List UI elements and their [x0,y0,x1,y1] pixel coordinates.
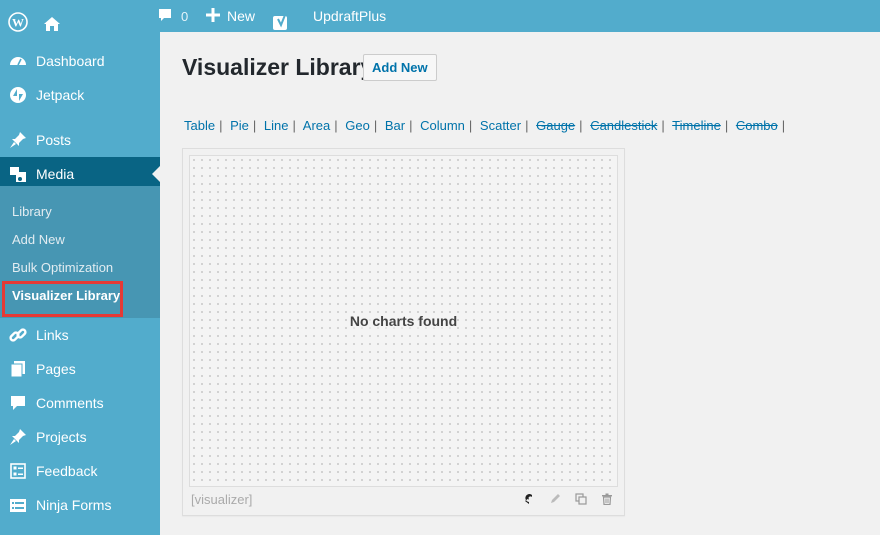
sidebar-item-jetpack[interactable]: Jetpack [0,78,160,112]
forms-icon [8,495,28,515]
pin-icon [8,427,28,447]
pages-icon [8,359,28,379]
separator: | [661,118,665,133]
new-content-button[interactable]: New [206,0,255,32]
updraftplus-link[interactable]: UpdraftPlus [313,0,386,32]
filter-scatter[interactable]: Scatter [480,118,521,133]
separator: | [781,118,786,133]
delete-icon[interactable] [600,492,614,506]
media-icon [8,164,28,184]
sidebar-label: Comments [36,395,104,411]
link-icon [8,325,28,345]
sidebar-label: Media [36,166,75,182]
filter-gauge: Gauge [536,118,576,133]
sidebar-label: Dashboard [36,53,105,69]
main-content: Visualizer Library Add New Table | Pie | L… [160,32,880,535]
chart-footer: [visualizer] [191,489,614,509]
separator: | [468,118,473,133]
sidebar-item-projects[interactable]: Projects [0,420,160,454]
filter-timeline: Timeline [672,118,721,133]
admin-bar: W 0 New UpdraftPlus [0,0,880,32]
edit-icon[interactable] [548,492,562,506]
sidebar-label: Ninja Forms [36,497,112,513]
sidebar-item-links[interactable]: Links [0,318,160,352]
chart-type-filters: Table | Pie | Line | Area | Geo | Bar | Column… [184,118,789,133]
comments-link[interactable]: 0 [157,0,188,32]
sidebar-label: Links [36,327,69,343]
filter-line[interactable]: Line [264,118,289,133]
sidebar-label: Pages [36,361,76,377]
submenu-item-library[interactable]: Library [12,204,52,219]
sidebar-label: Jetpack [36,87,85,103]
new-label: New [227,8,256,24]
sidebar-item-posts[interactable]: Posts [0,123,160,157]
current-menu-arrow [152,166,160,182]
separator: | [373,118,378,133]
sidebar-label: Posts [36,132,72,148]
separator: | [334,118,338,133]
filter-area[interactable]: Area [303,118,330,133]
filter-column[interactable]: Column [420,118,465,133]
separator: | [409,118,413,133]
highlight-annotation [2,281,123,317]
feedback-icon [8,461,28,481]
admin-sidebar: Dashboard Jetpack Posts Media Library Ad… [0,32,160,535]
sidebar-item-comments[interactable]: Comments [0,386,160,420]
submenu-item-add-new[interactable]: Add New [12,232,65,247]
comment-icon [157,7,173,26]
separator: | [579,118,583,133]
chart-card: No charts found [visualizer] [182,148,625,516]
plus-icon [206,7,220,25]
empty-message: No charts found [349,313,458,329]
add-new-button[interactable]: Add New [363,54,437,81]
chart-actions [522,492,614,506]
separator: | [525,118,529,133]
pin-icon [8,130,28,150]
sidebar-item-ninja-forms[interactable]: Ninja Forms [0,488,160,522]
clone-icon[interactable] [574,492,588,506]
sidebar-item-dashboard[interactable]: Dashboard [0,44,160,78]
filter-candlestick: Candlestick [590,118,658,133]
filter-combo: Combo [735,118,778,133]
jetpack-icon [8,85,28,105]
page-title: Visualizer Library [182,54,374,80]
sidebar-label: Projects [36,429,87,445]
filter-pie[interactable]: Pie [230,118,249,133]
svg-text:W: W [12,16,24,30]
insert-icon[interactable] [522,492,536,506]
filter-table[interactable]: Table [184,118,215,133]
chart-placeholder: No charts found [189,155,618,487]
sidebar-item-feedback[interactable]: Feedback [0,454,160,488]
separator: | [724,118,729,133]
filter-geo[interactable]: Geo [345,118,370,133]
separator: | [292,118,296,133]
dashboard-icon [8,51,28,71]
sidebar-item-pages[interactable]: Pages [0,352,160,386]
comment-icon [8,393,28,413]
filter-bar[interactable]: Bar [385,118,405,133]
separator: | [252,118,257,133]
shortcode-label: [visualizer] [191,491,253,507]
submenu-item-bulk-optimization[interactable]: Bulk Optimization [12,260,113,275]
separator: | [219,118,223,133]
sidebar-label: Feedback [36,463,98,479]
comments-count: 0 [181,8,189,24]
